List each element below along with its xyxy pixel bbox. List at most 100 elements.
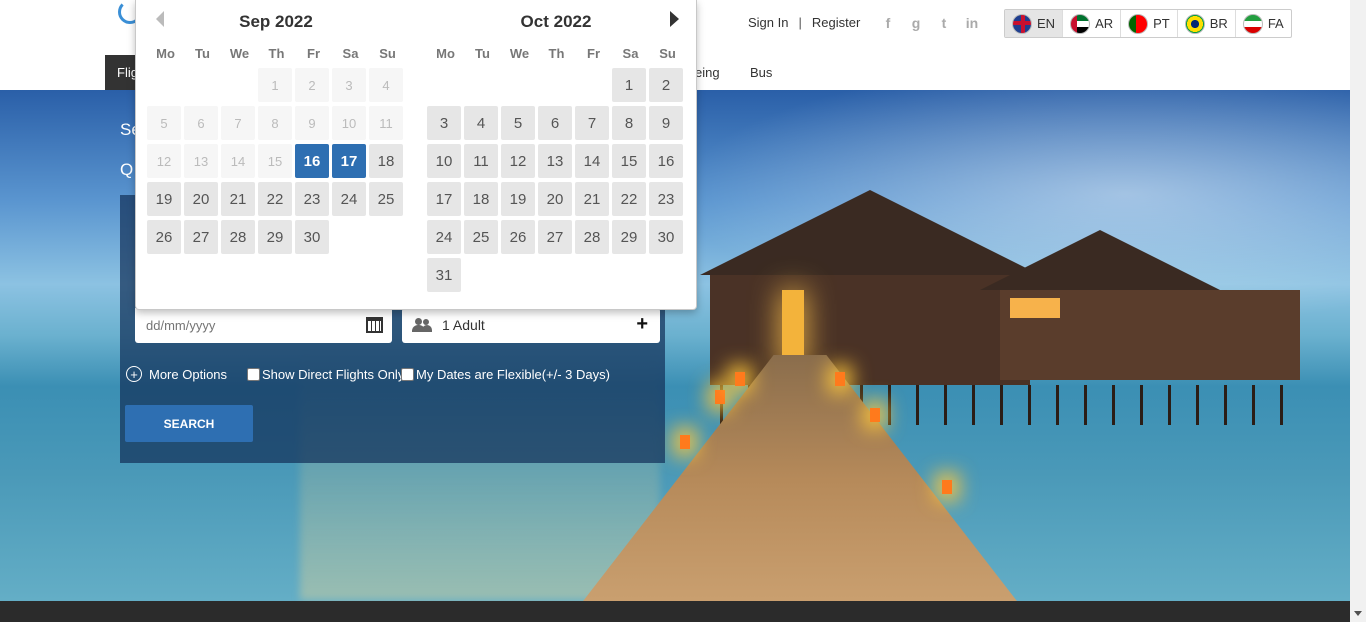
passenger-count: 1 Adult <box>442 317 485 333</box>
direct-flights-checkbox[interactable]: Show Direct Flights Only <box>247 367 404 382</box>
day-cell[interactable]: 16 <box>649 144 683 178</box>
language-code: FA <box>1267 16 1284 31</box>
passenger-selector[interactable]: 1 Adult + <box>402 308 660 343</box>
search-button[interactable]: SEARCH <box>125 405 253 442</box>
lantern <box>870 408 880 422</box>
linkedin-icon[interactable]: in <box>964 15 980 31</box>
day-cell[interactable]: 27 <box>184 220 218 254</box>
day-cell[interactable]: 9 <box>649 106 683 140</box>
month-title: Oct 2022 <box>520 12 592 31</box>
day-cell[interactable]: 18 <box>369 144 403 178</box>
weekday-label: Sa <box>622 46 639 61</box>
day-cell[interactable]: 21 <box>575 182 609 216</box>
day-cell[interactable]: 13 <box>538 144 572 178</box>
day-cell[interactable]: 17 <box>427 182 461 216</box>
day-cell[interactable]: 29 <box>258 220 292 254</box>
day-cell[interactable]: 14 <box>575 144 609 178</box>
weekday-label: We <box>229 46 250 61</box>
day-cell[interactable]: 26 <box>147 220 181 254</box>
calendar-icon[interactable] <box>366 317 383 333</box>
language-en[interactable]: EN <box>1005 10 1064 37</box>
day-cell-selected[interactable]: 16 <box>295 144 329 178</box>
lit-window <box>1010 298 1060 318</box>
weekday-label: Tu <box>475 46 490 61</box>
day-cell[interactable]: 12 <box>501 144 535 178</box>
calendar-month-oct: Oct 2022 Mo Tu We Th Fr Sa Su 1 2 3 4 5 6 7 8 9 10 11 12 1… <box>427 0 685 292</box>
weekday-label: Fr <box>307 46 320 61</box>
day-cell[interactable]: 28 <box>221 220 255 254</box>
day-cell[interactable]: 30 <box>295 220 329 254</box>
language-fa[interactable]: FA <box>1236 10 1291 37</box>
facebook-icon[interactable]: f <box>880 15 896 31</box>
day-cell-selected[interactable]: 17 <box>332 144 366 178</box>
calendar-month-sep: Sep 2022 Mo Tu We Th Fr Sa Su 1 2 3 4 5 6 7 8 9 10 11 12 1… <box>147 0 405 254</box>
date-input[interactable] <box>135 308 345 343</box>
day-cell[interactable]: 30 <box>649 220 683 254</box>
day-cell: 7 <box>221 106 255 140</box>
auth-separator: | <box>798 15 802 30</box>
day-cell[interactable]: 26 <box>501 220 535 254</box>
checkbox[interactable] <box>401 368 414 381</box>
day-cell[interactable]: 27 <box>538 220 572 254</box>
day-cell[interactable]: 22 <box>612 182 646 216</box>
day-cell[interactable]: 25 <box>464 220 498 254</box>
day-cell[interactable]: 21 <box>221 182 255 216</box>
day-cell[interactable]: 20 <box>184 182 218 216</box>
day-cell: 10 <box>332 106 366 140</box>
nav-item-bus[interactable]: Bus <box>750 65 772 80</box>
portugal-flag-icon <box>1128 13 1149 34</box>
social-links: f g t in <box>880 15 980 31</box>
register-link[interactable]: Register <box>812 15 860 30</box>
lantern <box>680 435 690 449</box>
sign-in-link[interactable]: Sign In <box>748 15 788 30</box>
day-cell[interactable]: 1 <box>612 68 646 102</box>
lantern <box>942 480 952 494</box>
twitter-icon[interactable]: t <box>936 15 952 31</box>
day-cell[interactable]: 18 <box>464 182 498 216</box>
day-cell-empty <box>464 68 498 102</box>
day-cell[interactable]: 15 <box>612 144 646 178</box>
language-br[interactable]: BR <box>1178 10 1236 37</box>
day-cell[interactable]: 25 <box>369 182 403 216</box>
day-cell[interactable]: 28 <box>575 220 609 254</box>
day-cell[interactable]: 22 <box>258 182 292 216</box>
language-code: PT <box>1153 16 1170 31</box>
day-cell[interactable]: 4 <box>464 106 498 140</box>
day-cell[interactable]: 5 <box>501 106 535 140</box>
day-cell-empty <box>184 68 218 102</box>
roof <box>980 230 1220 290</box>
day-cell[interactable]: 3 <box>427 106 461 140</box>
day-cell[interactable]: 31 <box>427 258 461 292</box>
day-cell[interactable]: 8 <box>612 106 646 140</box>
day-cell[interactable]: 11 <box>464 144 498 178</box>
day-cell[interactable]: 19 <box>147 182 181 216</box>
day-cell[interactable]: 2 <box>649 68 683 102</box>
day-cell[interactable]: 24 <box>427 220 461 254</box>
page: Sign In | Register f g t in EN AR PT BR … <box>0 0 1366 622</box>
checkbox[interactable] <box>247 368 260 381</box>
day-cell[interactable]: 19 <box>501 182 535 216</box>
day-cell-empty <box>147 68 181 102</box>
google-icon[interactable]: g <box>908 15 924 31</box>
add-passenger-button[interactable]: + <box>636 313 648 336</box>
nav-item-sightseeing[interactable]: eing <box>695 65 720 80</box>
day-cell[interactable]: 10 <box>427 144 461 178</box>
language-pt[interactable]: PT <box>1121 10 1178 37</box>
scroll-down-icon[interactable] <box>1354 611 1362 616</box>
day-cell[interactable]: 29 <box>612 220 646 254</box>
day-cell[interactable]: 6 <box>538 106 572 140</box>
day-cell[interactable]: 7 <box>575 106 609 140</box>
day-cell-empty <box>538 68 572 102</box>
day-cell[interactable]: 23 <box>295 182 329 216</box>
page-scrollbar[interactable] <box>1350 0 1366 622</box>
day-cell[interactable]: 20 <box>538 182 572 216</box>
auth-links: Sign In | Register <box>748 15 860 30</box>
flexible-dates-checkbox[interactable]: My Dates are Flexible(+/- 3 Days) <box>401 367 610 382</box>
language-ar[interactable]: AR <box>1063 10 1122 37</box>
date-field[interactable] <box>135 308 392 343</box>
day-cell[interactable]: 24 <box>332 182 366 216</box>
weekday-label: Sa <box>342 46 359 61</box>
weekday-label: We <box>509 46 530 61</box>
day-cell[interactable]: 23 <box>649 182 683 216</box>
more-options-toggle[interactable]: + More Options <box>126 366 227 382</box>
